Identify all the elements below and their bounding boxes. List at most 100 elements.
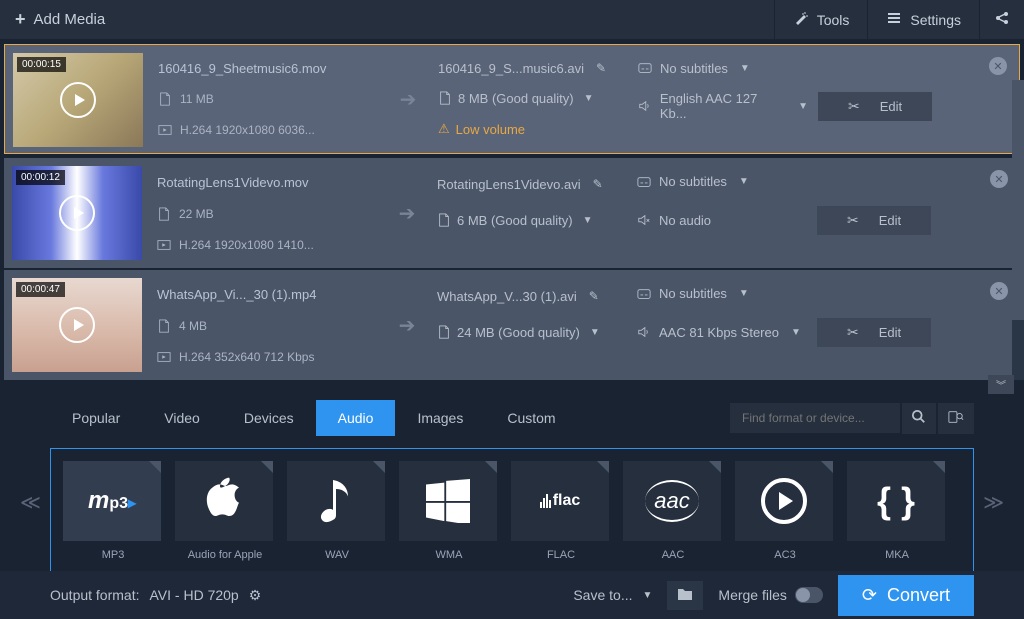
edit-button[interactable]: ✂Edit <box>818 92 932 121</box>
subtitles-selector[interactable]: No subtitles▼ <box>637 286 807 301</box>
chevron-down-icon[interactable]: ▼ <box>583 215 593 226</box>
collapse-panel-button[interactable]: ︾ <box>988 375 1014 394</box>
output-format-label: Output format: <box>50 587 139 603</box>
audio-selector[interactable]: English AAC 127 Kb...▼ <box>638 91 808 121</box>
mute-icon <box>637 213 651 227</box>
play-icon <box>60 82 96 118</box>
chevron-down-icon: ▼ <box>740 63 750 74</box>
duration-badge: 00:00:12 <box>16 170 65 185</box>
thumbnail[interactable]: 00:00:12 <box>12 166 142 260</box>
detect-device-button[interactable] <box>938 403 974 434</box>
source-filename: WhatsApp_Vi..._30 (1).mp4 <box>157 287 377 302</box>
wand-icon <box>793 10 809 29</box>
format-apple[interactable]: Audio for Apple <box>175 461 275 561</box>
source-size: 22 MB <box>179 207 214 221</box>
rename-icon[interactable]: ✎ <box>593 177 603 191</box>
video-icon <box>158 123 172 137</box>
scroll-left-button[interactable]: ≪ <box>10 480 51 525</box>
audio-selector[interactable]: No audio <box>637 213 807 228</box>
subtitle-icon <box>638 61 652 75</box>
file-icon <box>157 207 171 221</box>
duration-badge: 00:00:15 <box>17 57 66 72</box>
merge-label: Merge files <box>718 587 786 603</box>
remove-file-button[interactable]: ✕ <box>990 170 1008 188</box>
source-filename: 160416_9_Sheetmusic6.mov <box>158 61 378 76</box>
source-codec: H.264 1920x1080 6036... <box>180 123 315 137</box>
share-button[interactable] <box>979 0 1024 39</box>
file-row[interactable]: 00:00:47 WhatsApp_Vi..._30 (1).mp4 4 MB … <box>4 270 1020 380</box>
edit-button[interactable]: ✂Edit <box>817 318 931 347</box>
file-row[interactable]: 00:00:12 RotatingLens1Videvo.mov 22 MB H… <box>4 158 1020 268</box>
settings-label: Settings <box>910 12 961 28</box>
file-row[interactable]: 00:00:15 160416_9_Sheetmusic6.mov 11 MB … <box>4 44 1020 154</box>
search-input[interactable] <box>730 403 900 433</box>
format-wav[interactable]: WAV <box>287 461 387 561</box>
source-size: 4 MB <box>179 319 207 333</box>
remove-file-button[interactable]: ✕ <box>990 282 1008 300</box>
tab-popular[interactable]: Popular <box>50 400 142 436</box>
scrollbar[interactable] <box>1012 80 1024 380</box>
audio-selector[interactable]: AAC 81 Kbps Stereo▼ <box>637 325 807 340</box>
source-filename: RotatingLens1Videvo.mov <box>157 175 377 190</box>
save-to-button[interactable]: Save to...▼ <box>573 587 652 603</box>
format-ac3[interactable]: AC3 <box>735 461 835 561</box>
scroll-right-button[interactable]: ≫ <box>973 480 1014 525</box>
browse-folder-button[interactable] <box>667 581 703 610</box>
subtitles-selector[interactable]: No subtitles▼ <box>637 174 807 189</box>
file-icon <box>437 325 451 339</box>
gear-icon[interactable]: ⚙ <box>249 587 262 604</box>
convert-button[interactable]: ⟳ Convert <box>838 575 974 616</box>
chevron-down-icon: ▼ <box>739 288 749 299</box>
video-icon <box>157 238 171 252</box>
tab-images[interactable]: Images <box>395 400 485 436</box>
warning-icon: ⚠ <box>438 121 450 137</box>
duration-badge: 00:00:47 <box>16 282 65 297</box>
video-icon <box>157 350 171 364</box>
format-flac[interactable]: flacFLAC <box>511 461 611 561</box>
chevron-down-icon: ▼ <box>643 590 653 601</box>
add-media-button[interactable]: + Add Media <box>0 9 120 30</box>
format-wma[interactable]: WMA <box>399 461 499 561</box>
arrow-icon: ➔ <box>393 53 423 145</box>
output-size: 6 MB (Good quality) <box>457 213 573 228</box>
remove-file-button[interactable]: ✕ <box>989 57 1007 75</box>
subtitle-icon <box>637 287 651 301</box>
play-icon <box>59 307 95 343</box>
scissors-icon: ✂ <box>847 324 859 341</box>
rename-icon[interactable]: ✎ <box>589 289 599 303</box>
merge-toggle[interactable] <box>795 587 823 603</box>
chevron-down-icon[interactable]: ▼ <box>590 327 600 338</box>
settings-button[interactable]: Settings <box>867 0 979 39</box>
format-aac[interactable]: aacAAC <box>623 461 723 561</box>
source-size: 11 MB <box>180 92 214 106</box>
arrow-icon: ➔ <box>392 278 422 372</box>
menu-icon <box>886 10 902 29</box>
tab-custom[interactable]: Custom <box>485 400 577 436</box>
format-mka[interactable]: { }MKA <box>847 461 947 561</box>
file-icon <box>438 91 452 105</box>
arrow-icon: ➔ <box>392 166 422 260</box>
search-button[interactable] <box>902 403 936 434</box>
tab-audio[interactable]: Audio <box>316 400 396 436</box>
edit-button[interactable]: ✂Edit <box>817 206 931 235</box>
thumbnail[interactable]: 00:00:47 <box>12 278 142 372</box>
speaker-icon <box>637 325 651 339</box>
rename-icon[interactable]: ✎ <box>596 61 606 75</box>
tab-devices[interactable]: Devices <box>222 400 316 436</box>
output-filename: WhatsApp_V...30 (1).avi <box>437 289 577 304</box>
speaker-icon <box>638 99 652 113</box>
chevron-down-icon[interactable]: ▼ <box>584 93 594 104</box>
chevron-down-icon: ▼ <box>791 327 801 338</box>
subtitles-selector[interactable]: No subtitles▼ <box>638 61 808 76</box>
tab-video[interactable]: Video <box>142 400 222 436</box>
thumbnail[interactable]: 00:00:15 <box>13 53 143 147</box>
output-filename: RotatingLens1Videvo.avi <box>437 177 581 192</box>
subtitle-icon <box>637 175 651 189</box>
format-mp3[interactable]: mp3▸MP3 <box>63 461 163 561</box>
output-filename: 160416_9_S...music6.avi <box>438 61 584 76</box>
tools-button[interactable]: Tools <box>774 0 868 39</box>
formats-grid: mp3▸MP3 Audio for Apple WAV WMA flacFLAC… <box>50 448 974 574</box>
source-codec: H.264 1920x1080 1410... <box>179 238 314 252</box>
chevron-down-icon: ▼ <box>739 176 749 187</box>
warning-text: Low volume <box>456 122 525 137</box>
